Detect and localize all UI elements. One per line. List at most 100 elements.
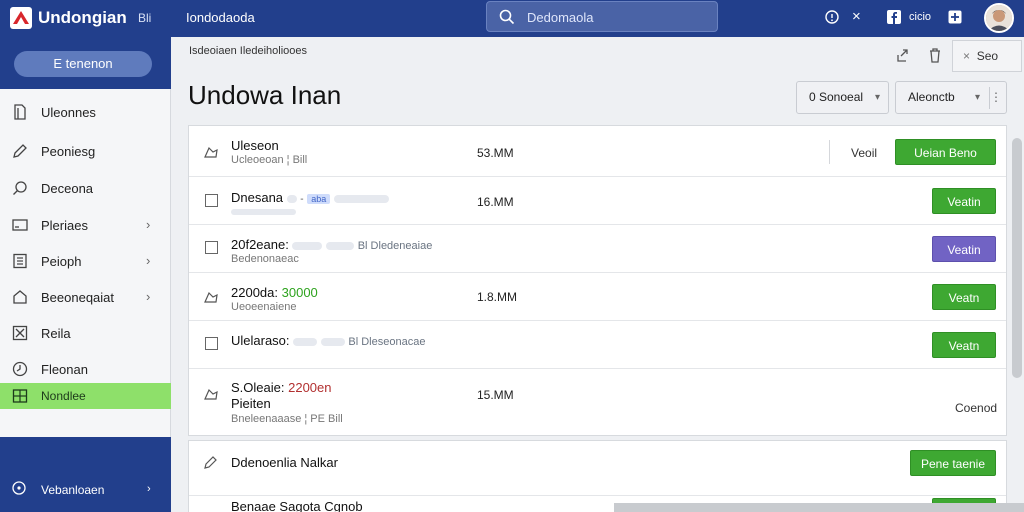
row-name: S.Oleaie: bbox=[231, 380, 285, 395]
chevron-right-icon: › bbox=[146, 289, 151, 304]
facebook-icon[interactable] bbox=[887, 10, 901, 24]
search-icon bbox=[13, 181, 27, 195]
sidebar: E tenenon Uleonnes Peoniesg Deceona Pler… bbox=[0, 37, 171, 512]
row-sub: Bedenonaeac bbox=[231, 253, 299, 265]
row-name-group: Dnesana - aba bbox=[231, 190, 389, 205]
row-name: Ulelaraso: bbox=[231, 333, 290, 348]
placeholder-pill bbox=[286, 194, 297, 203]
row-sub: Ueoeenaiene bbox=[231, 301, 297, 313]
vertical-scrollbar[interactable] bbox=[1012, 138, 1022, 378]
sidebar-item-label: Peoniesg bbox=[41, 144, 96, 159]
sidebar-item-label: Peioph bbox=[41, 254, 82, 269]
table-row[interactable]: Uleseon Ucleoeoan ¦ Bill 53.MM Veoil Uei… bbox=[189, 126, 1006, 177]
placeholder-pill bbox=[231, 209, 296, 215]
user-avatar[interactable] bbox=[984, 3, 1014, 33]
clock-icon bbox=[12, 361, 28, 377]
sidebar-item-7[interactable]: Reila bbox=[0, 320, 171, 346]
placeholder-pill bbox=[320, 337, 345, 346]
sidebar-item-3[interactable]: Deceona bbox=[0, 175, 171, 201]
horizontal-scrollbar[interactable] bbox=[614, 503, 1024, 512]
table-row[interactable]: S.Oleaie: 2200en Pieiten Bneleenaaase ¦ … bbox=[189, 369, 1006, 435]
breadcrumb[interactable]: Isdeoiaen Iledeiholiooes bbox=[189, 45, 307, 57]
row-meta: Bl Dledeneaiae bbox=[357, 240, 433, 252]
top-item-label[interactable]: cicio bbox=[909, 11, 931, 23]
secondary-panel: Ddenoenlia Nalkar Pene taenie Benaae Sag… bbox=[188, 440, 1007, 512]
credit-card-icon bbox=[12, 219, 28, 231]
share-icon[interactable] bbox=[895, 47, 909, 63]
sidebar-item-9[interactable]: Nondlee bbox=[0, 383, 171, 409]
panel-action-button[interactable]: Pene taenie bbox=[910, 450, 996, 476]
chevron-right-icon: › bbox=[146, 217, 151, 232]
row-checkbox[interactable] bbox=[205, 241, 218, 254]
next-row-name: Benaae Sagota Cgnob bbox=[231, 499, 363, 512]
plus-square-icon[interactable] bbox=[948, 10, 962, 24]
row-name-group: 2200da: 30000 bbox=[231, 285, 318, 300]
sidebar-footer-label: Vebanloaen bbox=[41, 483, 105, 497]
close-icon[interactable]: × bbox=[852, 8, 861, 25]
sort-button[interactable]: × Seo bbox=[952, 40, 1022, 72]
sidebar-item-label: Pleriaes bbox=[41, 218, 88, 233]
dash-icon: - bbox=[300, 194, 304, 205]
file-icon bbox=[204, 388, 218, 400]
sidebar-header: E tenenon bbox=[0, 37, 171, 89]
search-input[interactable] bbox=[527, 8, 707, 26]
row-name-group: S.Oleaie: 2200en bbox=[231, 380, 332, 395]
dropdown-filter[interactable]: Aleonctb ▾ ⋮ bbox=[895, 81, 1007, 114]
row-name-highlight: 30000 bbox=[281, 285, 318, 300]
sidebar-item-8[interactable]: Fleonan bbox=[0, 356, 171, 382]
more-icon[interactable]: ⋮ bbox=[990, 82, 1002, 113]
row-checkbox[interactable] bbox=[205, 337, 218, 350]
row-size: 1.8.MM bbox=[477, 290, 518, 304]
row-name: 2200da: bbox=[231, 285, 278, 300]
page-title: Undowa Inan bbox=[188, 80, 342, 110]
sidebar-footer[interactable]: Vebanloaen › bbox=[0, 437, 171, 512]
row-checkbox[interactable] bbox=[205, 194, 218, 207]
sidebar-item-label: Beeoneqaiat bbox=[41, 290, 115, 305]
placeholder-pill bbox=[326, 241, 355, 250]
sidebar-item-label: Deceona bbox=[41, 181, 94, 196]
sidebar-item-6[interactable]: Beeoneqaiat › bbox=[0, 284, 171, 310]
row-action-button[interactable]: Veatn bbox=[932, 284, 996, 310]
sidebar-item-1[interactable]: Uleonnes bbox=[0, 99, 171, 125]
app-logo-icon bbox=[10, 7, 32, 29]
dropdown-sort[interactable]: 0 Sonoeal ▾ bbox=[796, 81, 889, 114]
sidebar-item-label: Reila bbox=[41, 326, 71, 341]
dropdown-label: 0 Sonoeal bbox=[809, 90, 864, 104]
sidebar-item-label: Fleonan bbox=[41, 362, 88, 377]
table-row[interactable]: 2200da: 30000 Ueoeenaiene 1.8.MM Veatn bbox=[189, 273, 1006, 321]
row-name-highlight: 2200en bbox=[288, 380, 332, 395]
sidebar-item-2[interactable]: Peoniesg bbox=[0, 138, 171, 164]
search-box[interactable] bbox=[486, 1, 718, 32]
globe-icon bbox=[12, 481, 26, 495]
sidebar-item-5[interactable]: Peioph › bbox=[0, 248, 171, 274]
row-size: 15.MM bbox=[477, 388, 514, 402]
row-name: 20f2eane: bbox=[231, 237, 289, 252]
help-circle-icon[interactable] bbox=[825, 10, 839, 24]
sidebar-primary-button[interactable]: E tenenon bbox=[14, 51, 152, 77]
trash-icon[interactable] bbox=[928, 47, 942, 63]
placeholder-pill bbox=[292, 241, 323, 250]
table-row[interactable]: Dnesana - aba 16.MM Veatin bbox=[189, 177, 1006, 225]
file-icon bbox=[204, 146, 218, 158]
search-icon bbox=[499, 9, 515, 25]
row-status: Coenod bbox=[955, 401, 998, 415]
close-icon: × bbox=[963, 49, 971, 63]
top-bar: Undongian Bli Iondodaoda × cicio bbox=[0, 0, 1024, 37]
row-name: Dnesana bbox=[231, 190, 284, 205]
row-action-button[interactable]: Ueian Beno bbox=[895, 139, 996, 165]
table-row[interactable]: 20f2eane: Bl Dledeneaiae Bedenonaeac Vea… bbox=[189, 225, 1006, 273]
app-subtitle: Bli bbox=[138, 11, 152, 25]
row-status: Veoil bbox=[851, 146, 878, 160]
sidebar-item-4[interactable]: Pleriaes › bbox=[0, 212, 171, 238]
row-action-button[interactable]: Veatin bbox=[932, 236, 996, 262]
grid-icon bbox=[12, 389, 28, 403]
x-box-icon bbox=[12, 325, 28, 341]
divider bbox=[829, 140, 830, 164]
home-icon bbox=[13, 290, 27, 304]
row-action-button[interactable]: Veatin bbox=[932, 188, 996, 214]
top-nav-link[interactable]: Iondodaoda bbox=[186, 10, 255, 25]
table-row[interactable]: Ulelaraso: Bl Dleseonacae Veatn bbox=[189, 321, 1006, 369]
row-name: Uleseon bbox=[231, 138, 279, 153]
document-icon bbox=[14, 104, 26, 120]
row-action-button[interactable]: Veatn bbox=[932, 332, 996, 358]
